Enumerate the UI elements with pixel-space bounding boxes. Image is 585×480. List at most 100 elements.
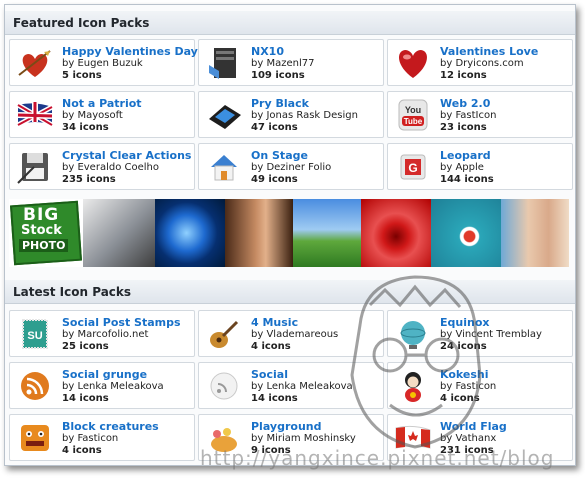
globe-icon [400, 321, 426, 349]
pack-title[interactable]: NX10 [251, 45, 284, 58]
pack-count: 23 icons [440, 122, 487, 133]
pack-title[interactable]: Social Post Stamps [62, 316, 181, 329]
server-icon [209, 48, 236, 79]
pack-card[interactable]: Playground by Miriam Moshinsky 9 icons [198, 414, 384, 461]
pack-count: 109 icons [251, 70, 305, 81]
rss-grunge-icon [21, 372, 49, 400]
pack-author: by Eugen Buzuk [62, 58, 143, 69]
pack-card[interactable]: World Flag by Vathanx 231 icons [387, 414, 573, 461]
red-eye-photo[interactable] [361, 199, 431, 267]
pack-count: 144 icons [440, 174, 494, 185]
pack-card[interactable]: Happy Valentines Day by Eugen Buzuk 5 ic… [9, 39, 198, 86]
pack-card[interactable]: Social grunge by Lenka Meleakova 14 icon… [9, 362, 195, 409]
pack-author: by Mazenl77 [251, 58, 315, 69]
pack-count: 24 icons [440, 341, 487, 352]
bigstock-logo-line2: Stock [21, 223, 62, 238]
save-disk-icon [17, 153, 48, 184]
pack-title[interactable]: World Flag [440, 420, 507, 433]
pack-card[interactable]: On Stage by Deziner Folio 49 icons [198, 143, 384, 190]
pack-count: 4 icons [440, 393, 480, 404]
pack-card[interactable]: 4 Music by Vlademareous 4 icons [198, 310, 384, 357]
pack-count: 47 icons [251, 122, 298, 133]
svg-text:SU: SU [27, 330, 42, 342]
pack-card[interactable]: Crystal Clear Actions by Everaldo Coelho… [9, 143, 195, 190]
uk-flag-icon [16, 102, 54, 128]
pack-author: by Deziner Folio [251, 162, 332, 173]
globe-photo[interactable] [155, 199, 225, 267]
call-center-photo[interactable] [501, 199, 569, 267]
pack-card[interactable]: Equinox by Vincent Tremblay 24 icons [387, 310, 573, 357]
youtube-icon: You Tube [398, 99, 428, 131]
pack-author: by Lenka Meleakova [251, 381, 353, 392]
featured-header: Featured Icon Packs [5, 11, 575, 35]
lifebuoy-photo[interactable] [431, 199, 501, 267]
pack-count: 49 icons [251, 174, 298, 185]
pack-author: by Miriam Moshinsky [251, 433, 356, 444]
pack-card[interactable]: You Tube Web 2.0 by FastIcon 23 icons [387, 91, 573, 138]
pack-title[interactable]: 4 Music [251, 316, 298, 329]
pack-author: by Vlademareous [251, 329, 339, 340]
pack-author: by Vincent Tremblay [440, 329, 542, 340]
pack-count: 14 icons [251, 393, 298, 404]
pack-title[interactable]: Happy Valentines Day [62, 45, 198, 58]
cupid-heart-icon [18, 50, 51, 77]
pack-author: by FastIcon [440, 110, 497, 121]
pack-title[interactable]: On Stage [251, 149, 308, 162]
bigstock-logo[interactable]: BIG Stock PHOTO [9, 199, 83, 267]
landscape-photo[interactable] [293, 199, 361, 267]
pack-title[interactable]: Block creatures [62, 420, 159, 433]
pack-title[interactable]: Playground [251, 420, 321, 433]
pack-author: by Marcofolio.net [62, 329, 149, 340]
house-icon [211, 155, 237, 181]
pack-title[interactable]: Not a Patriot [62, 97, 142, 110]
bigstock-logo-line3: PHOTO [19, 239, 69, 252]
pack-author: by Jonas Rask Design [251, 110, 358, 121]
pack-count: 231 icons [440, 445, 494, 456]
canada-flag-icon [395, 425, 431, 449]
pack-author: by Fasticon [440, 381, 497, 392]
stumbleupon-stamp-icon: SU [22, 319, 48, 349]
pack-count: 235 icons [62, 174, 116, 185]
pack-card[interactable]: Valentines Love by Dryicons.com 12 icons [387, 39, 573, 86]
pack-title[interactable]: Crystal Clear Actions [62, 149, 191, 162]
pack-title[interactable]: Equinox [440, 316, 489, 329]
pack-count: 4 icons [251, 341, 291, 352]
pack-count: 34 icons [62, 122, 109, 133]
pack-title[interactable]: Web 2.0 [440, 97, 490, 110]
bigstock-logo-line1: BIG [23, 205, 60, 225]
kokeshi-doll-icon [405, 372, 421, 402]
pack-count: 14 icons [62, 393, 109, 404]
pack-count: 9 icons [251, 445, 291, 456]
social-paper-icon [210, 372, 238, 400]
svg-text:G: G [408, 161, 417, 175]
svg-text:Tube: Tube [404, 117, 423, 126]
guitar-icon [210, 320, 239, 348]
pack-title[interactable]: Valentines Love [440, 45, 538, 58]
latest-header: Latest Icon Packs [5, 280, 575, 304]
pack-author: by Everaldo Coelho [62, 162, 159, 173]
bigstock-banner[interactable]: BIG Stock PHOTO [9, 199, 573, 267]
woman-portrait-photo[interactable] [225, 199, 293, 267]
pack-count: 5 icons [62, 70, 102, 81]
pack-card[interactable]: G Leopard by Apple 144 icons [387, 143, 573, 190]
business-team-photo[interactable] [83, 199, 155, 267]
block-creature-icon [21, 425, 49, 451]
pack-card[interactable]: Pry Black by Jonas Rask Design 47 icons [198, 91, 384, 138]
svg-text:You: You [405, 105, 421, 115]
pack-card[interactable]: SU Social Post Stamps by Marcofolio.net … [9, 310, 195, 357]
pack-card[interactable]: Block creatures by Fasticon 4 icons [9, 414, 195, 461]
playground-icon [211, 428, 237, 452]
pack-title[interactable]: Kokeshi [440, 368, 489, 381]
pack-title[interactable]: Pry Black [251, 97, 309, 110]
pack-author: by Dryicons.com [440, 58, 524, 69]
pack-author: by Fasticon [62, 433, 119, 444]
pack-card[interactable]: NX10 by Mazenl77 109 icons [198, 39, 384, 86]
pack-card[interactable]: Social by Lenka Meleakova 14 icons [198, 362, 384, 409]
pack-title[interactable]: Social grunge [62, 368, 147, 381]
pack-title[interactable]: Leopard [440, 149, 491, 162]
pack-card[interactable]: Not a Patriot by Mayosoft 34 icons [9, 91, 195, 138]
pack-count: 12 icons [440, 70, 487, 81]
pack-author: by Mayosoft [62, 110, 123, 121]
pack-card[interactable]: Kokeshi by Fasticon 4 icons [387, 362, 573, 409]
pack-title[interactable]: Social [251, 368, 288, 381]
